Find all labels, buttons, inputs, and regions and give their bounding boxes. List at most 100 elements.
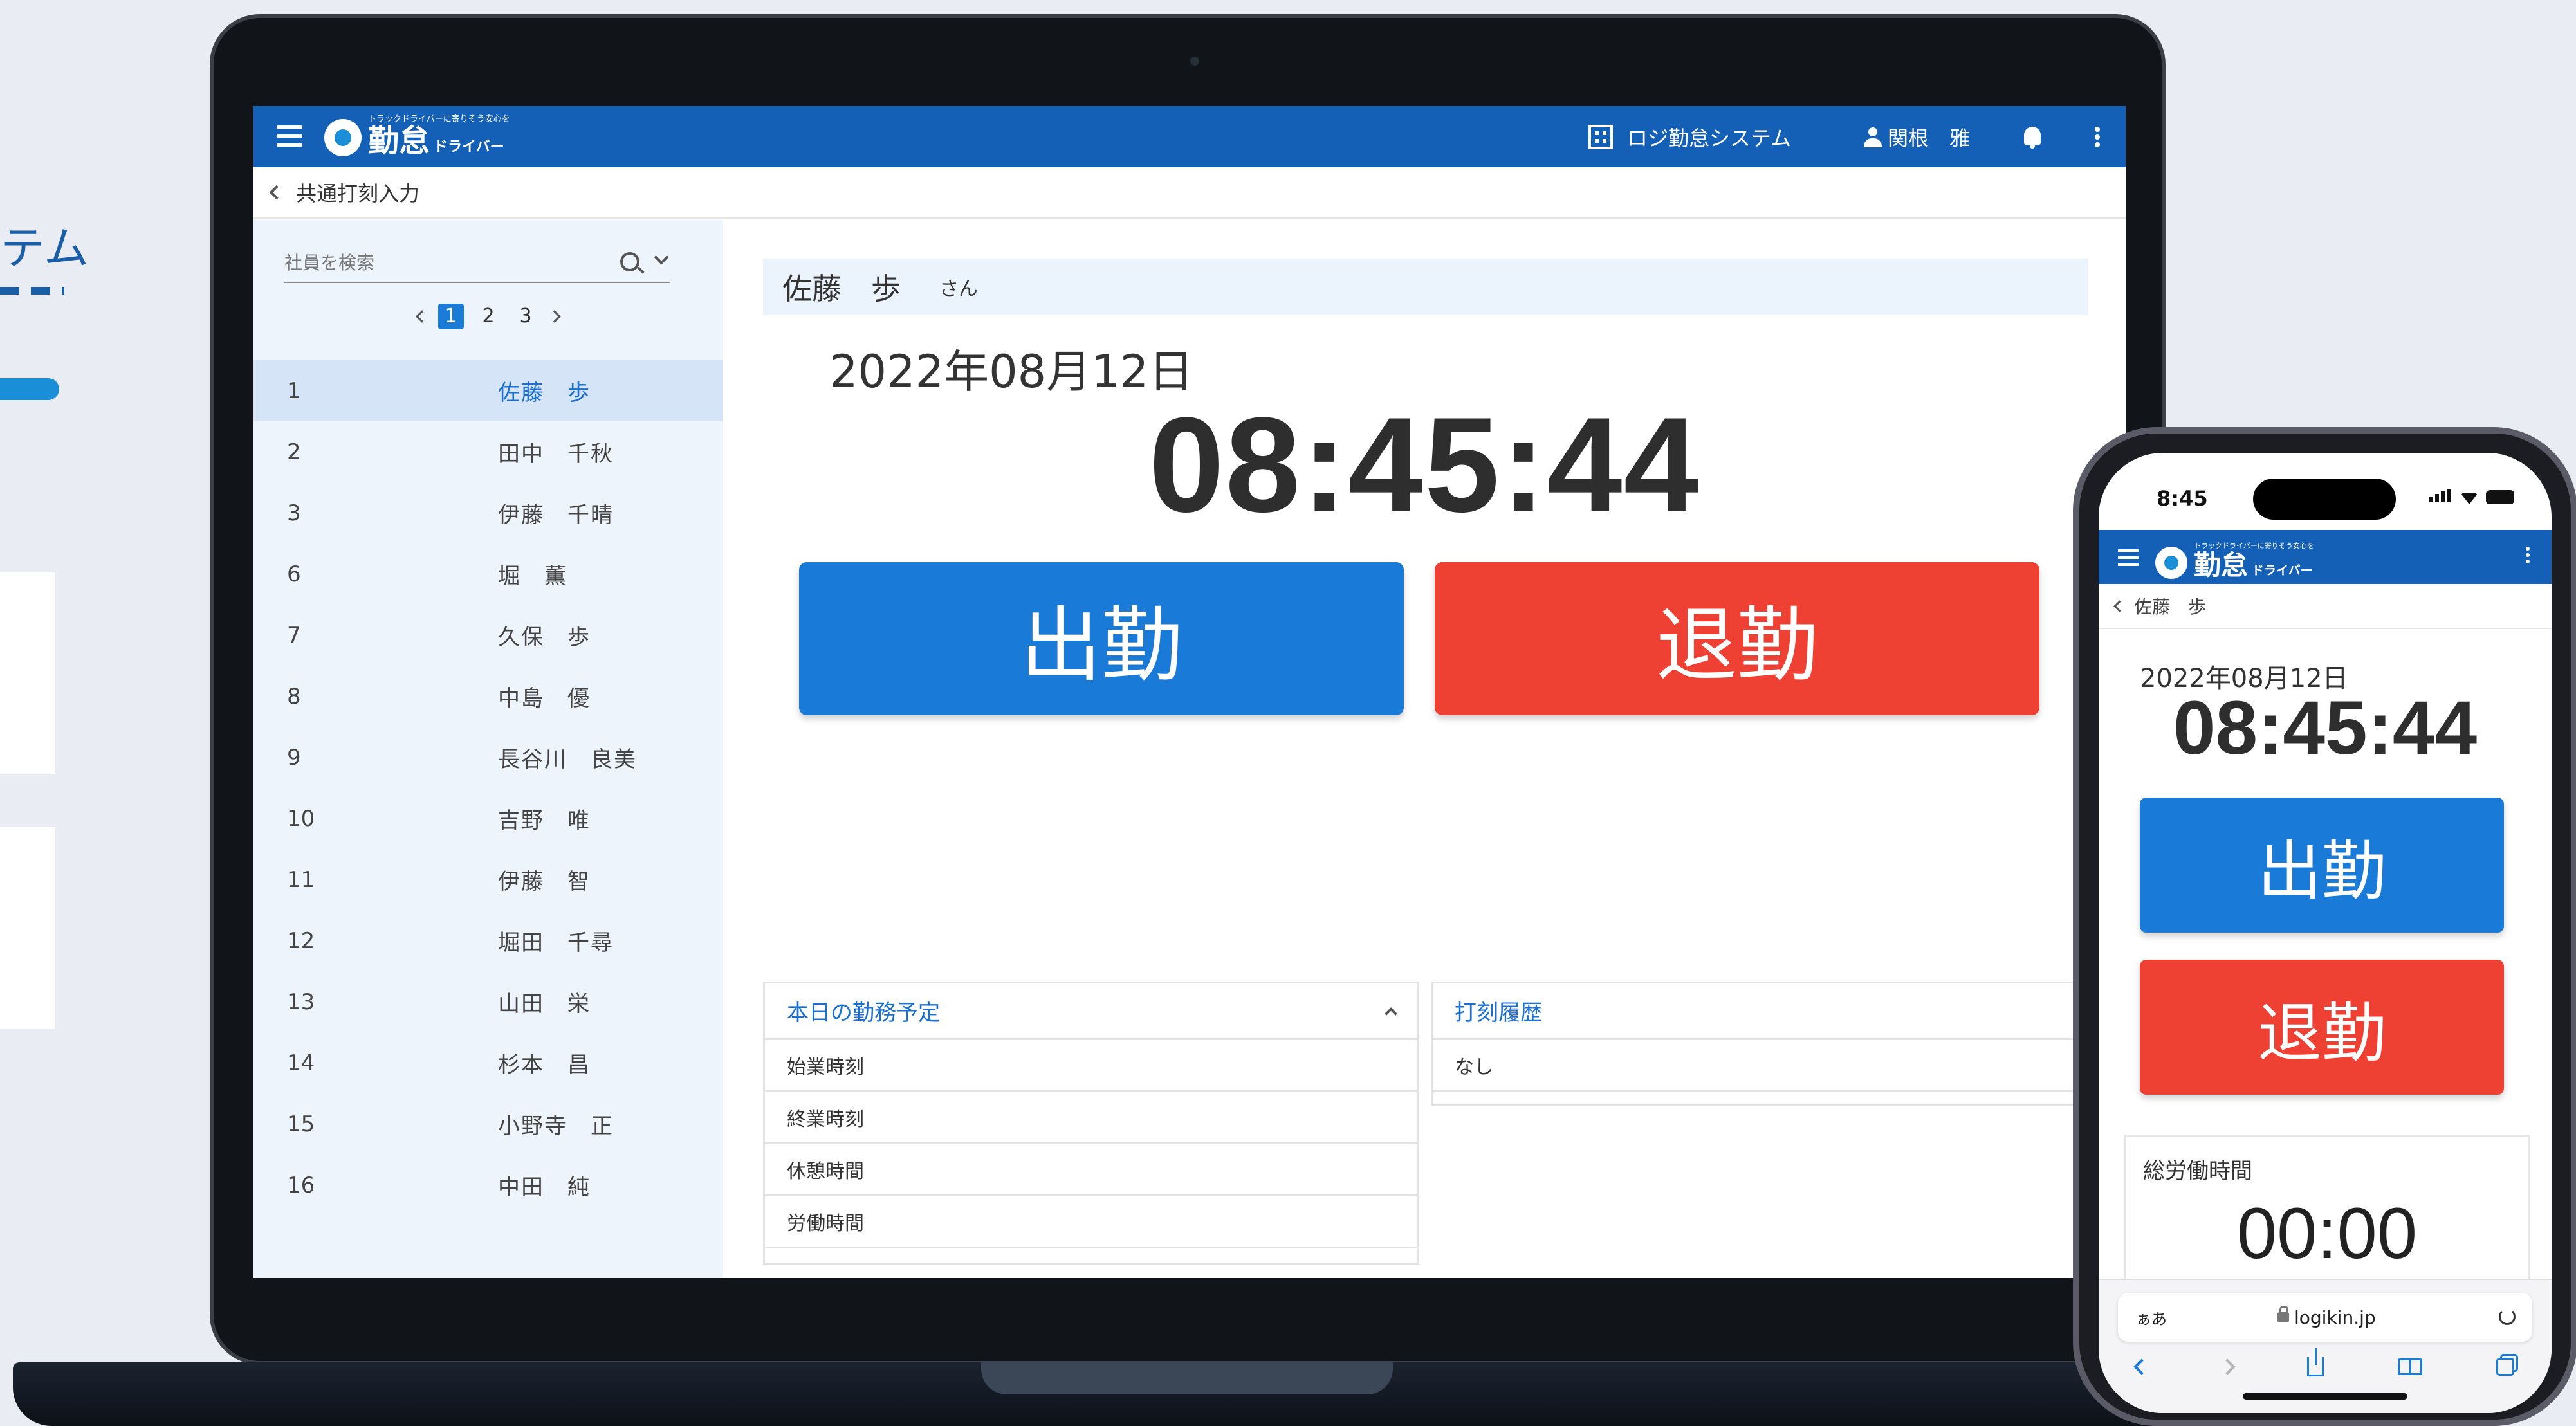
url-text: logikin.jp xyxy=(2294,1306,2376,1328)
tabs-icon[interactable] xyxy=(2496,1358,2515,1376)
employee-row[interactable]: 12 堀田 千尋 xyxy=(253,910,723,971)
forward-icon[interactable] xyxy=(2219,1358,2236,1375)
lock-icon xyxy=(2277,1306,2289,1322)
hamburger-icon[interactable] xyxy=(2118,549,2139,571)
laptop-screen: トラックドライバーに寄りそう安心を 勤怠 ドライバー ロジ勤怠システム 関根 雅 … xyxy=(253,106,2126,1278)
schedule-title: 本日の勤務予定 xyxy=(787,1000,940,1026)
schedule-row: 労働時間 xyxy=(765,1196,1417,1248)
employee-name-bar: 佐藤 歩 さん xyxy=(763,259,2088,315)
background-accent-bar xyxy=(0,378,59,400)
employee-row[interactable]: 14 杉本 昌 xyxy=(253,1032,723,1093)
chevron-down-icon[interactable] xyxy=(654,250,669,265)
home-indicator xyxy=(2243,1393,2407,1400)
background-card xyxy=(0,827,55,1029)
history-title: 打刻履歴 xyxy=(1455,1000,1542,1026)
kebab-icon[interactable] xyxy=(2526,544,2530,566)
employee-list: 1 佐藤 歩 2 田中 千秋 3 伊藤 千晴 6堀 薫 7 久保 歩 8 中島 優 9 長谷… xyxy=(253,360,723,1216)
battery-icon xyxy=(2486,490,2514,504)
employee-row[interactable]: 7 久保 歩 xyxy=(253,605,723,666)
breadcrumb-label: 佐藤 歩 xyxy=(2134,596,2207,617)
back-icon[interactable] xyxy=(2133,1358,2150,1375)
employee-search xyxy=(284,244,670,283)
reload-icon[interactable] xyxy=(2499,1308,2516,1325)
employee-sidebar: 1 2 3 1佐藤 歩 2田中 千秋 3伊藤 千晴 6堀 薫 7久保 歩 8中島… xyxy=(253,220,723,1278)
prev-page-icon[interactable] xyxy=(416,310,428,323)
background-card xyxy=(0,572,55,774)
page-1[interactable]: 1 xyxy=(438,304,464,329)
history-row: なし xyxy=(1433,1040,2124,1092)
current-time: 08:45:44 xyxy=(1148,389,1700,540)
chevron-up-icon[interactable] xyxy=(1385,1007,1397,1020)
employee-name: 佐藤 歩 xyxy=(782,271,901,306)
search-icon[interactable] xyxy=(620,252,639,271)
chevron-left-icon xyxy=(2113,599,2126,612)
share-icon[interactable] xyxy=(2306,1348,2324,1376)
schedule-row: 休憩時間 xyxy=(765,1144,1417,1196)
kebab-icon[interactable] xyxy=(2095,124,2100,150)
clock-out-button[interactable]: 退勤 xyxy=(2140,960,2504,1095)
background-dashed-line xyxy=(0,287,64,295)
history-panel-header[interactable]: 打刻履歴 xyxy=(1433,983,2124,1040)
employee-row[interactable]: 8 中島 優 xyxy=(253,666,723,727)
laptop-camera xyxy=(1190,57,1199,66)
app-logo[interactable]: トラックドライバーに寄りそう安心を 勤怠 ドライバー xyxy=(2155,536,2314,589)
hamburger-icon[interactable] xyxy=(277,125,302,147)
chevron-left-icon xyxy=(269,185,284,200)
bell-icon[interactable] xyxy=(2021,125,2043,149)
employee-row[interactable]: 2 田中 千秋 xyxy=(253,421,723,482)
logo-name: 勤怠 ドライバー xyxy=(368,122,504,159)
laptop-hinge-notch xyxy=(981,1361,1393,1394)
page-2[interactable]: 2 xyxy=(475,304,501,329)
text-size-button[interactable]: ぁあ xyxy=(2136,1306,2277,1329)
logo-mark-icon xyxy=(324,119,362,156)
app-bar: トラックドライバーに寄りそう安心を 勤怠 ドライバー ロジ勤怠システム 関根 雅 xyxy=(253,106,2126,167)
background-heading-fragment: テム xyxy=(0,222,89,275)
breadcrumb-label: 共通打刻入力 xyxy=(296,181,420,206)
system-name[interactable]: ロジ勤怠システム xyxy=(1627,122,1791,152)
wifi-icon xyxy=(2460,493,2478,504)
employee-row[interactable]: 15 小野寺 正 xyxy=(253,1093,723,1155)
logo-name: 勤怠 ドライバー xyxy=(2194,549,2313,581)
employee-row[interactable]: 1 佐藤 歩 xyxy=(253,360,723,421)
phone-frame: 8:45 トラックドライバーに寄りそう安心を 勤怠 ドライバー 佐藤 歩 202… xyxy=(2073,427,2576,1426)
building-icon xyxy=(1588,124,1613,149)
dynamic-island xyxy=(2253,479,2396,520)
schedule-row: 始業時刻 xyxy=(765,1040,1417,1092)
phone-breadcrumb[interactable]: 佐藤 歩 xyxy=(2099,584,2552,629)
page-3[interactable]: 3 xyxy=(513,304,538,329)
url-bar[interactable]: ぁあ logikin.jp xyxy=(2118,1293,2532,1342)
pagination: 1 2 3 xyxy=(253,304,723,329)
app-logo[interactable]: トラックドライバーに寄りそう安心を 勤怠 ドライバー xyxy=(324,111,510,164)
breadcrumb[interactable]: 共通打刻入力 xyxy=(253,167,2126,219)
bookmarks-icon[interactable] xyxy=(2398,1358,2423,1375)
status-time: 8:45 xyxy=(2157,486,2208,511)
employee-row[interactable]: 16 中田 純 xyxy=(253,1155,723,1216)
logo-mark-icon xyxy=(2155,547,2187,579)
employee-row[interactable]: 9 長谷川 良美 xyxy=(253,727,723,788)
honorific: さん xyxy=(939,278,978,300)
main-panel: 佐藤 歩 さん 2022年08月12日 08:45:44 出勤 退勤 本日の勤務… xyxy=(723,220,2126,1278)
employee-row[interactable]: 3 伊藤 千晴 xyxy=(253,482,723,544)
employee-row[interactable]: 10 吉野 唯 xyxy=(253,788,723,849)
total-work-time-value: 00:00 xyxy=(2236,1193,2418,1274)
employee-row[interactable]: 11 伊藤 智 xyxy=(253,849,723,910)
clock-out-button[interactable]: 退勤 xyxy=(1435,562,2039,715)
current-time: 08:45:44 xyxy=(2173,686,2478,771)
schedule-panel-header[interactable]: 本日の勤務予定 xyxy=(765,983,1417,1040)
employee-row[interactable]: 13 山田 栄 xyxy=(253,971,723,1032)
clock-in-button[interactable]: 出勤 xyxy=(799,562,1404,715)
clock-in-button[interactable]: 出勤 xyxy=(2140,798,2504,933)
user-name[interactable]: 関根 雅 xyxy=(1888,122,1970,152)
total-work-time-card: 総労働時間 00:00 xyxy=(2124,1135,2530,1302)
schedule-row: 終業時刻 xyxy=(765,1092,1417,1144)
browser-toolbar xyxy=(2099,1348,2552,1376)
signal-icon xyxy=(2429,489,2452,504)
history-panel: 打刻履歴 なし xyxy=(1431,982,2126,1106)
employee-row[interactable]: 6堀 薫 xyxy=(253,544,723,605)
phone-screen: 8:45 トラックドライバーに寄りそう安心を 勤怠 ドライバー 佐藤 歩 202… xyxy=(2099,453,2552,1413)
schedule-panel: 本日の勤務予定 始業時刻 終業時刻 休憩時間 労働時間 xyxy=(763,982,1419,1265)
phone-app-bar: トラックドライバーに寄りそう安心を 勤怠 ドライバー xyxy=(2099,530,2552,584)
phone-status-bar: 8:45 xyxy=(2099,453,2552,530)
search-input[interactable] xyxy=(284,244,593,280)
next-page-icon[interactable] xyxy=(548,310,561,323)
